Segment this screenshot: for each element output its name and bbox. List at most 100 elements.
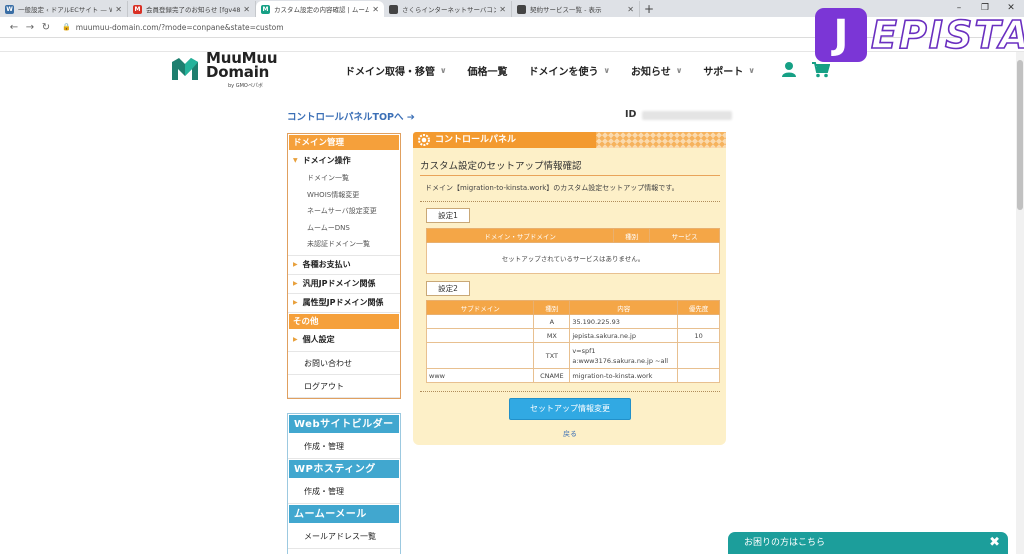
setting2-tag: 設定2: [426, 281, 470, 296]
sidebar-heading-domain: ドメイン管理: [288, 134, 400, 151]
title-underline: [420, 175, 720, 176]
sidebar-link[interactable]: お問い合わせ: [288, 352, 400, 375]
table-row: A 35.190.225.93: [425, 314, 720, 329]
sidebar-service-heading: WPホスティング: [288, 459, 400, 479]
cell-subdomain: [425, 328, 535, 343]
url-text: muumuu-domain.com/?mode=conpane&state=cu…: [75, 22, 284, 32]
table-header: 内容: [569, 300, 679, 315]
chevron-down-icon: ∨: [748, 66, 755, 75]
nav-item[interactable]: お知らせ ∨: [631, 63, 682, 78]
back-link[interactable]: 戻る: [563, 429, 577, 439]
nav-item[interactable]: ドメイン取得・移管 ∨: [345, 63, 447, 78]
browser-tab[interactable]: W 一般設定 ‹ ドアルECサイト — Wor ✕: [0, 1, 128, 17]
checker-pattern: [596, 132, 726, 148]
sidebar-category[interactable]: ▶ 各種お支払い: [288, 256, 400, 275]
cell-priority: [677, 368, 720, 383]
setting1-tag: 設定1: [426, 208, 470, 223]
browser-tab[interactable]: さくらインターネットサーバコントロールパ✕: [384, 1, 512, 17]
setup-info-panel: カスタム設定のセットアップ情報確認 ドメイン【migration-to-kins…: [413, 148, 726, 445]
setting1-table: ドメイン・サブドメイン 種別 サービス セットアップされているサービスはありません。: [425, 228, 720, 274]
sidebar-subitem[interactable]: ネームサーバ設定変更: [288, 203, 400, 220]
tab-title: 契約サービス一覧 - 表示: [530, 6, 602, 14]
sidebar-item-label: 属性型JPドメイン関係: [302, 298, 384, 307]
global-nav: ドメイン取得・移管 ∨ 価格一覧 ドメインを使う ∨ お知らせ ∨ サポート ∨: [345, 63, 776, 78]
chevron-down-icon: ∨: [603, 66, 611, 75]
jepista-watermark: J EPISTA: [815, 8, 1024, 62]
browser-tab[interactable]: 契約サービス一覧 - 表示 ✕: [512, 1, 640, 17]
sidebar-subitem[interactable]: ドメイン一覧: [288, 170, 400, 187]
sidebar-subitem[interactable]: WHOIS情報変更: [288, 187, 400, 204]
watermark-box: J: [815, 8, 867, 62]
setup-change-button[interactable]: セットアップ情報変更: [509, 398, 631, 420]
table-header: 優先度: [677, 300, 720, 315]
forward-icon[interactable]: →: [22, 22, 38, 33]
tab-close-icon[interactable]: ✕: [243, 5, 250, 14]
sidebar-item-domain-ops[interactable]: ▼ ドメイン操作: [288, 151, 400, 170]
scrollbar-thumb[interactable]: [1017, 60, 1023, 210]
sidebar-category[interactable]: ▶ 属性型JPドメイン関係: [288, 294, 400, 313]
control-panel-header: コントロールパネル: [413, 132, 726, 148]
sidebar-category[interactable]: ▶ 汎用JPドメイン関係: [288, 275, 400, 294]
tab-title: 会員登録完了のお知らせ [fgv4822: [146, 6, 241, 14]
sidebar-service-heading: Webサイトビルダー: [288, 414, 400, 434]
help-chat-bar[interactable]: お困りの方はこちら ✖: [728, 532, 1008, 554]
panel-title: カスタム設定のセットアップ情報確認: [420, 161, 582, 172]
tab-close-icon[interactable]: ✕: [372, 5, 379, 14]
nav-item[interactable]: ドメインを使う ∨: [529, 63, 611, 78]
cell-subdomain: [425, 314, 535, 329]
setting2-table: サブドメイン 種別 内容 優先度 A 35.190.225.93 MX jepista.sa…: [425, 300, 720, 383]
reload-icon[interactable]: ↻: [38, 22, 54, 33]
sidebar-service-item[interactable]: 作成・管理: [288, 434, 400, 459]
tab-title: 一般設定 ‹ ドアルECサイト — Wor: [18, 6, 113, 14]
tab-title: カスタム設定の内容確認 | ムームード: [274, 6, 370, 14]
url-field[interactable]: 🔒 muumuu-domain.com/?mode=conpane&state=…: [62, 23, 284, 32]
sidebar-item-personal[interactable]: ▶ 個人設定: [288, 330, 400, 352]
nav-item[interactable]: 価格一覧: [468, 63, 508, 78]
cell-content: jepista.sakura.ne.jp: [569, 328, 679, 343]
browser-tab[interactable]: M カスタム設定の内容確認 | ムームード✕: [256, 1, 384, 17]
tab-favicon-icon: [517, 4, 526, 14]
back-icon[interactable]: ←: [6, 22, 22, 33]
cell-type: TXT: [533, 342, 571, 369]
sidebar-domain-management: ドメイン管理 ▼ ドメイン操作 ドメイン一覧 WHOIS情報変更 ネームサーバ設定変…: [287, 133, 401, 399]
nav-item-label: ドメインを使う: [528, 67, 599, 78]
sidebar-service-item[interactable]: 契約情報(メール): [288, 549, 400, 554]
cell-type: CNAME: [533, 368, 571, 383]
browser-tab[interactable]: M 会員登録完了のお知らせ [fgv4822 ✕: [128, 1, 256, 17]
help-bar-text: お困りの方はこちら: [744, 538, 826, 548]
control-panel-top-link[interactable]: コントロールパネルTOPへ ➔: [287, 109, 415, 123]
triangle-right-icon: ▶: [293, 336, 298, 343]
user-icon[interactable]: [781, 61, 797, 77]
cart-icon[interactable]: [812, 62, 830, 78]
table-header: ドメイン・サブドメイン: [425, 228, 615, 243]
sidebar-subitem[interactable]: ムームーDNS: [288, 220, 400, 237]
tab-favicon-icon: M: [133, 4, 142, 14]
triangle-right-icon: ▶: [293, 280, 298, 287]
nav-item[interactable]: サポート ∨: [703, 63, 755, 78]
lock-icon: 🔒: [62, 23, 71, 31]
close-icon[interactable]: ✖: [989, 532, 1000, 554]
tab-close-icon[interactable]: ✕: [627, 5, 634, 14]
sidebar-service-item[interactable]: 作成・管理: [288, 479, 400, 504]
nav-item-label: お知らせ: [631, 67, 671, 78]
sidebar-heading-other: その他: [288, 312, 400, 330]
sidebar-service-heading: ムームーメール: [288, 504, 400, 524]
new-tab-button[interactable]: +: [640, 1, 658, 17]
table-header: サービス: [649, 228, 720, 243]
sidebar-link[interactable]: ログアウト: [288, 375, 400, 398]
nav-item-label: ドメイン取得・移管: [345, 67, 435, 78]
tab-close-icon[interactable]: ✕: [115, 5, 122, 14]
table-header: サブドメイン: [425, 300, 535, 315]
nav-item-label: サポート: [703, 67, 744, 78]
page-scrollbar[interactable]: [1016, 52, 1024, 554]
triangle-right-icon: ▶: [293, 299, 298, 306]
muumuu-logo-icon: [172, 58, 198, 80]
tab-close-icon[interactable]: ✕: [499, 5, 506, 14]
sidebar-service-item[interactable]: メールアドレス一覧: [288, 524, 400, 549]
triangle-right-icon: ▶: [293, 261, 298, 268]
table-header: 種別: [533, 300, 571, 315]
site-logo[interactable]: MuuMuu Domain by GMOペパボ: [170, 51, 282, 92]
sidebar-subitem[interactable]: 未認証ドメイン一覧: [288, 236, 400, 253]
watermark-text: EPISTA: [870, 12, 1024, 58]
panel-description: ドメイン【migration-to-kinsta.work】のカスタム設定セット…: [425, 184, 679, 192]
